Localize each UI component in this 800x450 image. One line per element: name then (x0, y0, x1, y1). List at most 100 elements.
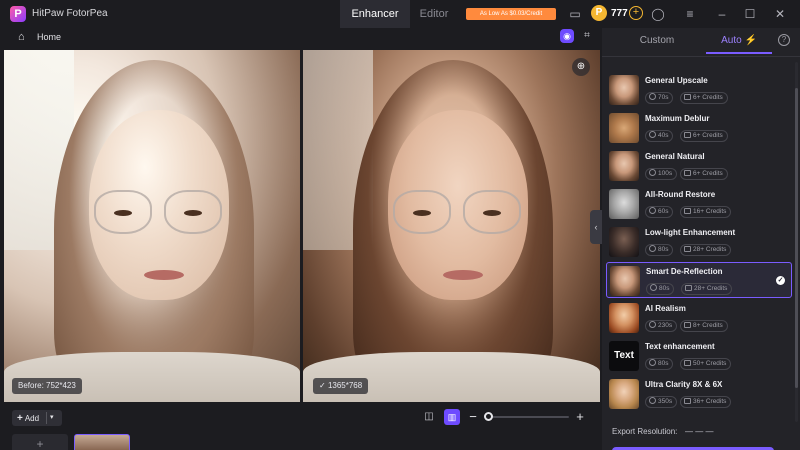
model-name: General Upscale (645, 76, 708, 85)
model-time-pill: 80s (645, 244, 674, 256)
model-name: Text enhancement (645, 342, 715, 351)
clock-icon (649, 359, 656, 366)
model-time: 80s (659, 285, 670, 292)
tab-enhancer[interactable]: Enhancer (340, 0, 410, 28)
model-credits-pill: 36+ Credits (680, 396, 732, 408)
lips (144, 270, 184, 280)
model-credits: 16+ Credits (693, 208, 727, 215)
model-item[interactable]: Text Text enhancement 80s 50+ Credits (606, 338, 792, 374)
model-credits-pill: 8+ Credits (680, 320, 728, 332)
model-item[interactable]: All-Round Restore 60s 16+ Credits (606, 186, 792, 222)
model-name: Smart De-Reflection (646, 267, 723, 276)
model-credits: 6+ Credits (693, 94, 723, 101)
credit-icon (684, 246, 691, 252)
tab-editor[interactable]: Editor (412, 0, 456, 28)
model-thumbnail (609, 75, 639, 105)
export-resolution-label: Export Resolution: (612, 427, 678, 436)
before-image: Before: 752*423 (4, 50, 300, 402)
model-time-pill: 40s (645, 130, 674, 142)
model-item[interactable]: Low-light Enhancement 80s 28+ Credits (606, 224, 792, 260)
model-credits: 50+ Credits (693, 360, 727, 367)
compare-icon[interactable]: ◉ (560, 29, 574, 43)
home-link[interactable]: Home (37, 32, 61, 42)
model-item[interactable]: General Natural 100s 6+ Credits (606, 148, 792, 184)
home-icon[interactable]: ⌂ (18, 31, 30, 43)
clock-icon (649, 397, 656, 404)
chevron-down-icon[interactable]: ▾ (50, 410, 54, 426)
tab-auto[interactable]: Auto ⚡ (706, 32, 772, 54)
selected-check-icon: ✓ (776, 276, 785, 285)
model-credits: 28+ Credits (694, 285, 728, 292)
model-item[interactable]: AI Realism 230s 8+ Credits (606, 300, 792, 336)
after-size-label: ✓ 1365*768 (313, 378, 369, 394)
model-name: All-Round Restore (645, 190, 716, 199)
model-time-pill: 350s (645, 396, 678, 408)
shirt (303, 352, 600, 402)
zoom-out-button[interactable]: − (467, 410, 479, 424)
minimize-icon[interactable]: – (714, 6, 730, 22)
model-time: 80s (658, 360, 669, 367)
export-resolution-value: — — — (685, 427, 714, 436)
tab-custom[interactable]: Custom (612, 32, 702, 54)
model-credits-pill: 6+ Credits (680, 130, 728, 142)
model-thumbnail (609, 113, 639, 143)
eye-left (413, 210, 431, 216)
clock-icon (649, 321, 656, 328)
collapse-panel-button[interactable]: ‹ (590, 210, 602, 244)
account-icon[interactable]: ◯ (650, 6, 666, 22)
clock-icon (649, 207, 656, 214)
scrollbar-thumb[interactable] (795, 88, 798, 388)
model-thumbnail (609, 303, 639, 333)
credit-icon (684, 170, 691, 176)
model-credits: 8+ Credits (693, 322, 723, 329)
coin-icon: P (591, 5, 607, 21)
image-thumbnail[interactable] (74, 434, 130, 450)
model-item[interactable]: General Upscale 70s 6+ Credits (606, 72, 792, 108)
message-icon[interactable]: ▭ (567, 6, 583, 22)
model-time-pill: 230s (645, 320, 678, 332)
model-item[interactable]: Maximum Deblur 40s 6+ Credits (606, 110, 792, 146)
lips (443, 270, 483, 280)
single-view-icon[interactable]: ◫ (422, 410, 436, 424)
model-credits: 36+ Credits (693, 398, 727, 405)
model-item[interactable]: Ultra Clarity 8X & 6X 350s 36+ Credits (606, 376, 792, 412)
divider (46, 412, 47, 424)
divider (602, 56, 800, 57)
model-item[interactable]: Smart De-Reflection 80s 28+ Credits ✓ (606, 262, 792, 298)
zoom-in-button[interactable]: + (574, 410, 586, 424)
plus-icon: + (17, 412, 23, 424)
model-time-pill: 60s (645, 206, 674, 218)
model-time-pill: 70s (645, 92, 674, 104)
canvas-toolbar: ⌂ Home ◉ ⌗ (0, 28, 600, 48)
add-thumbnail-button[interactable]: + (12, 434, 68, 450)
split-view-icon[interactable]: ▥ (444, 409, 460, 425)
maximize-icon[interactable]: ☐ (742, 6, 758, 22)
model-time: 350s (658, 398, 673, 405)
model-credits: 6+ Credits (693, 132, 723, 139)
model-time: 230s (658, 322, 673, 329)
buy-credits-icon[interactable]: + (629, 6, 643, 20)
promo-badge[interactable]: As Low As $0.03/Credit (466, 8, 556, 20)
credit-icon (684, 322, 691, 328)
model-thumbnail (609, 151, 639, 181)
zoom-slider[interactable] (487, 416, 569, 418)
help-icon[interactable]: ? (778, 34, 790, 46)
model-list: General Upscale 70s 6+ Credits Maximum Debl… (606, 58, 792, 438)
crop-icon[interactable]: ⌗ (580, 29, 594, 43)
title-bar: P HitPaw FotorPea Enhancer Editor As Low… (0, 0, 800, 28)
model-time-pill: 100s (645, 168, 678, 180)
clock-icon (650, 284, 657, 291)
before-size-label: Before: 752*423 (12, 378, 82, 394)
zoom-slider-handle[interactable] (484, 412, 493, 421)
model-name: General Natural (645, 152, 705, 161)
model-time: 60s (658, 208, 669, 215)
shirt (4, 352, 300, 402)
model-credits-pill: 28+ Credits (680, 244, 732, 256)
close-icon[interactable]: ✕ (772, 6, 788, 22)
eye-left (114, 210, 132, 216)
zoom-in-icon[interactable]: ⊕ (572, 58, 590, 76)
add-button[interactable]: + Add ▾ (12, 410, 62, 426)
model-time: 40s (658, 132, 669, 139)
menu-icon[interactable]: ≡ (682, 6, 698, 22)
credit-icon (685, 285, 692, 291)
